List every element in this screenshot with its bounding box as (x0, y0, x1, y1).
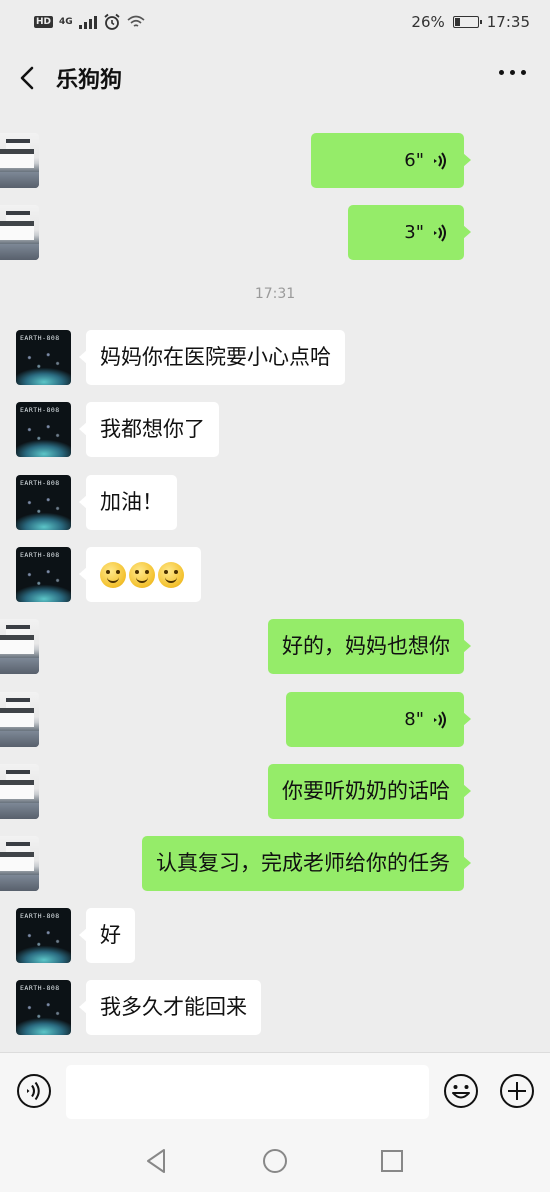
nav-recents-square-icon[interactable] (377, 1146, 407, 1176)
voice-duration: 3" (404, 222, 424, 243)
chat-header: 乐狗狗 (0, 44, 550, 112)
voice-wave-icon (434, 151, 446, 170)
chat-list[interactable]: 6" 3" 17:31 EARTH-808 妈妈你在医院要小心点哈 EARTH-… (0, 112, 550, 1052)
voice-wave-icon (434, 710, 446, 729)
contact-avatar[interactable]: EARTH-808 (16, 475, 71, 530)
voice-bubble[interactable]: 3" (348, 205, 471, 260)
nav-back-triangle-icon[interactable] (142, 1146, 172, 1176)
voice-wave-icon (434, 223, 446, 242)
system-navigation-bar (0, 1130, 550, 1192)
my-avatar[interactable] (0, 764, 39, 819)
message-bubble[interactable]: 我多久才能回来 (79, 980, 261, 1035)
voice-input-toggle-icon[interactable] (16, 1073, 52, 1109)
alarm-icon (104, 13, 120, 30)
emoji-picker-icon[interactable] (443, 1073, 479, 1109)
message-incoming: EARTH-808 我都想你了 (0, 402, 550, 457)
voice-bubble[interactable]: 8" (286, 692, 471, 747)
message-incoming: EARTH-808 我多久才能回来 (0, 980, 550, 1035)
message-incoming: EARTH-808 (0, 547, 550, 602)
message-input[interactable] (66, 1065, 429, 1119)
battery-icon (452, 16, 482, 28)
network-type: 4G (59, 16, 73, 27)
message-outgoing: 你要听奶奶的话哈 (0, 764, 550, 819)
message-outgoing-voice: 8" (0, 692, 550, 747)
message-incoming: EARTH-808 妈妈你在医院要小心点哈 (0, 330, 550, 385)
battery-percent: 26% (411, 13, 445, 31)
my-avatar[interactable] (0, 836, 39, 891)
status-left: HD 4G (34, 13, 145, 31)
message-bubble[interactable]: 好的，妈妈也想你 (268, 619, 471, 674)
chat-title: 乐狗狗 (56, 68, 123, 93)
emoji-bubble[interactable] (79, 547, 201, 602)
my-avatar[interactable] (0, 205, 39, 260)
input-bar (0, 1052, 550, 1130)
contact-avatar[interactable]: EARTH-808 (16, 547, 71, 602)
voice-duration: 6" (404, 150, 424, 171)
back-arrow-icon[interactable] (14, 60, 42, 96)
message-outgoing-voice: 3" (0, 205, 550, 260)
voice-bubble[interactable]: 6" (311, 133, 471, 188)
smile-emoji-icon (129, 562, 155, 588)
contact-avatar[interactable]: EARTH-808 (16, 908, 71, 963)
message-incoming: EARTH-808 好 (0, 908, 550, 963)
status-right: 26% 17:35 (411, 13, 530, 31)
status-bar: HD 4G 26% 17:35 (0, 0, 550, 44)
contact-avatar[interactable]: EARTH-808 (16, 402, 71, 457)
avatar-label: EARTH-808 (20, 406, 60, 414)
my-avatar[interactable] (0, 692, 39, 747)
avatar-label: EARTH-808 (20, 334, 60, 342)
message-bubble[interactable]: 好 (79, 908, 135, 963)
my-avatar[interactable] (0, 619, 39, 674)
my-avatar[interactable] (0, 133, 39, 188)
message-incoming: EARTH-808 加油！ (0, 475, 550, 530)
chat-timestamp: 17:31 (254, 286, 296, 302)
hd-badge: HD (34, 16, 54, 28)
avatar-label: EARTH-808 (20, 551, 60, 559)
avatar-label: EARTH-808 (20, 479, 60, 487)
more-options-icon[interactable] (499, 70, 526, 75)
smile-emoji-icon (100, 562, 126, 588)
contact-avatar[interactable]: EARTH-808 (16, 330, 71, 385)
avatar-label: EARTH-808 (20, 912, 60, 920)
avatar-label: EARTH-808 (20, 984, 60, 992)
clock: 17:35 (486, 13, 530, 31)
message-bubble[interactable]: 你要听奶奶的话哈 (268, 764, 471, 819)
wifi-icon (127, 15, 145, 27)
message-bubble[interactable]: 我都想你了 (79, 402, 219, 457)
contact-avatar[interactable]: EARTH-808 (16, 980, 71, 1035)
message-bubble[interactable]: 加油！ (79, 475, 177, 530)
message-bubble[interactable]: 妈妈你在医院要小心点哈 (79, 330, 345, 385)
message-outgoing-voice: 6" (0, 133, 550, 188)
smile-emoji-icon (158, 562, 184, 588)
message-bubble[interactable]: 认真复习，完成老师给你的任务 (142, 836, 471, 891)
signal-icon (78, 15, 97, 29)
plus-more-icon[interactable] (499, 1073, 535, 1109)
message-outgoing: 认真复习，完成老师给你的任务 (0, 836, 550, 891)
message-outgoing: 好的，妈妈也想你 (0, 619, 550, 674)
nav-home-circle-icon[interactable] (260, 1146, 290, 1176)
voice-duration: 8" (404, 709, 424, 730)
